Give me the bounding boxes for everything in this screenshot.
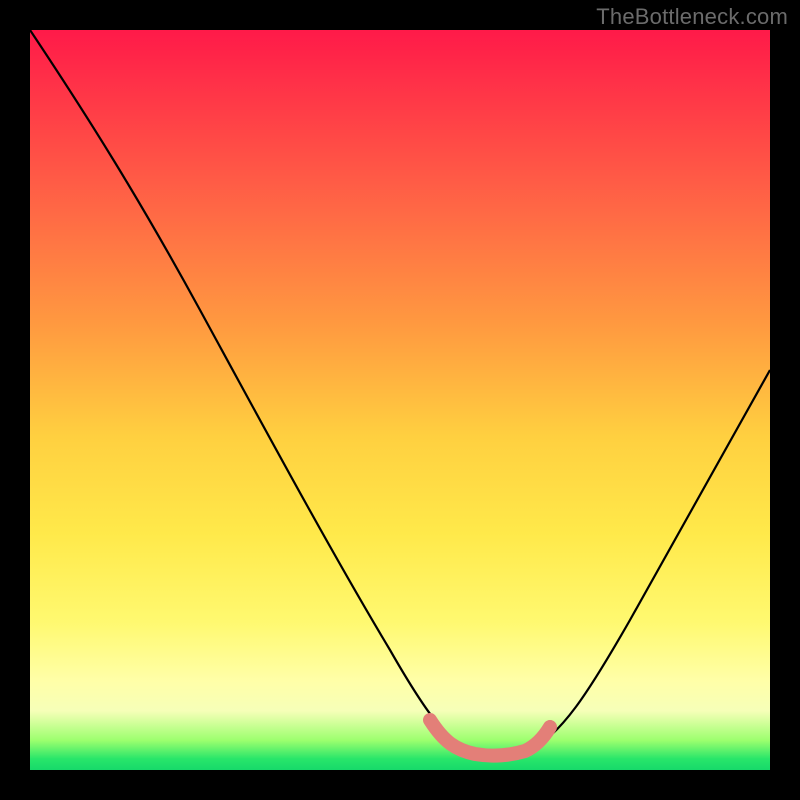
plot-area <box>30 30 770 770</box>
watermark-text: TheBottleneck.com <box>596 4 788 30</box>
chart-frame: TheBottleneck.com <box>0 0 800 800</box>
highlight-band <box>430 720 550 756</box>
highlight-speckle <box>546 720 554 728</box>
bottleneck-curve-path <box>30 30 770 755</box>
curve-svg <box>30 30 770 770</box>
